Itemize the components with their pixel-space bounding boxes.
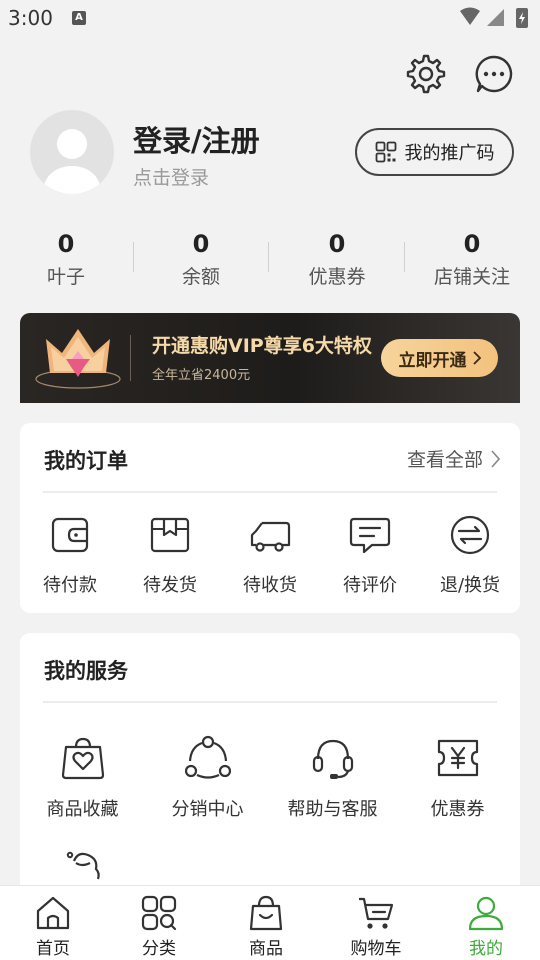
divider <box>268 242 269 272</box>
login-hint[interactable]: 点击登录 <box>133 163 209 190</box>
wallet-icon <box>51 517 89 553</box>
stat-shop-follow[interactable]: 0 店铺关注 <box>412 228 532 289</box>
chevron-right-icon <box>491 449 500 468</box>
coupon-icon <box>437 739 478 777</box>
qrcode-icon <box>375 141 396 163</box>
crown-gem-icon <box>35 329 121 389</box>
login-register-title[interactable]: 登录/注册 <box>133 118 260 160</box>
box-icon <box>150 517 190 553</box>
nav-label: 商品 <box>249 939 283 959</box>
category-icon <box>141 895 177 931</box>
nav-label: 分类 <box>142 939 176 959</box>
divider <box>43 491 497 493</box>
settings-icon[interactable] <box>406 54 446 94</box>
cart-icon <box>359 897 394 929</box>
vip-title: 开通惠购VIP尊享6大特权 <box>152 335 372 357</box>
service-coupons[interactable]: 优惠券 <box>395 735 520 821</box>
vip-open-label: 立即开通 <box>398 350 467 371</box>
stat-label: 余额 <box>181 266 220 288</box>
bottom-nav: 首页 分类 商品 购物车 我的 <box>0 885 540 960</box>
nav-cart[interactable]: 购物车 <box>326 894 426 959</box>
headset-icon <box>312 739 353 779</box>
avatar[interactable] <box>30 110 114 194</box>
stat-label: 店铺关注 <box>433 266 510 288</box>
orders-title: 我的订单 <box>44 449 128 473</box>
message-icon[interactable] <box>474 54 514 94</box>
service-distribution-center[interactable]: 分销中心 <box>145 735 270 821</box>
stat-value: 0 <box>57 230 75 258</box>
divider <box>404 242 405 272</box>
stat-value: 0 <box>192 230 210 258</box>
nav-category[interactable]: 分类 <box>109 894 209 959</box>
stat-label: 叶子 <box>46 266 85 288</box>
shopping-bag-icon <box>249 895 283 931</box>
stat-coupons[interactable]: 0 优惠券 <box>277 228 397 289</box>
status-bar: 3:00 A <box>0 0 540 36</box>
order-label: 待付款 <box>43 575 97 596</box>
service-label: 帮助与客服 <box>287 799 378 820</box>
service-favorites[interactable]: 商品收藏 <box>20 735 145 821</box>
promo-code-button[interactable]: 我的推广码 <box>355 128 514 176</box>
divider <box>133 242 134 272</box>
order-return-exchange[interactable]: 退/换货 <box>420 515 520 597</box>
nav-mine[interactable]: 我的 <box>436 894 536 959</box>
order-pending-payment[interactable]: 待付款 <box>20 515 120 597</box>
bag-heart-icon <box>61 737 104 780</box>
order-pending-receipt[interactable]: 待收货 <box>220 515 320 597</box>
stat-leaves[interactable]: 0 叶子 <box>6 228 126 289</box>
order-label: 待评价 <box>343 575 397 596</box>
promo-code-label: 我的推广码 <box>404 143 495 164</box>
nav-label: 我的 <box>469 939 503 959</box>
vip-open-button[interactable]: 立即开通 <box>381 339 498 377</box>
service-label: 优惠券 <box>430 799 485 820</box>
share-nodes-icon <box>184 735 231 779</box>
service-help-support[interactable]: 帮助与客服 <box>270 735 395 821</box>
stat-label: 优惠券 <box>308 266 366 288</box>
order-label: 待收货 <box>243 575 297 596</box>
chevron-right-icon <box>472 351 481 365</box>
user-icon <box>468 896 504 931</box>
nav-products[interactable]: 商品 <box>216 894 316 959</box>
status-time: 3:00 <box>8 6 53 30</box>
order-pending-shipment[interactable]: 待发货 <box>120 515 220 597</box>
order-pending-review[interactable]: 待评价 <box>320 515 420 597</box>
stat-value: 0 <box>328 230 346 258</box>
nav-label: 购物车 <box>350 939 402 959</box>
stat-value: 0 <box>463 230 481 258</box>
view-all-label: 查看全部 <box>406 449 483 471</box>
vip-subtitle: 全年立省2400元 <box>152 368 251 383</box>
services-title: 我的服务 <box>44 659 128 683</box>
divider <box>130 335 131 381</box>
view-all-orders-link[interactable]: 查看全部 <box>407 445 500 472</box>
order-label: 待发货 <box>143 575 197 596</box>
vip-banner[interactable]: 开通惠购VIP尊享6大特权 全年立省2400元 立即开通 <box>20 313 520 403</box>
truck-icon <box>250 521 291 552</box>
service-label: 分销中心 <box>171 799 244 820</box>
nav-home[interactable]: 首页 <box>3 894 103 959</box>
divider <box>43 701 497 703</box>
home-icon <box>36 896 70 930</box>
exchange-icon <box>450 515 490 555</box>
order-label: 退/换货 <box>439 575 501 596</box>
comment-icon <box>349 517 391 554</box>
service-label: 商品收藏 <box>46 799 119 820</box>
orders-card: 我的订单 查看全部 待付款 待发货 待收货 待评价 退/换货 <box>20 423 520 613</box>
stat-balance[interactable]: 0 余额 <box>141 228 261 289</box>
accessibility-badge-icon: A <box>72 11 86 25</box>
nav-label: 首页 <box>36 939 70 959</box>
status-icons <box>460 7 528 28</box>
